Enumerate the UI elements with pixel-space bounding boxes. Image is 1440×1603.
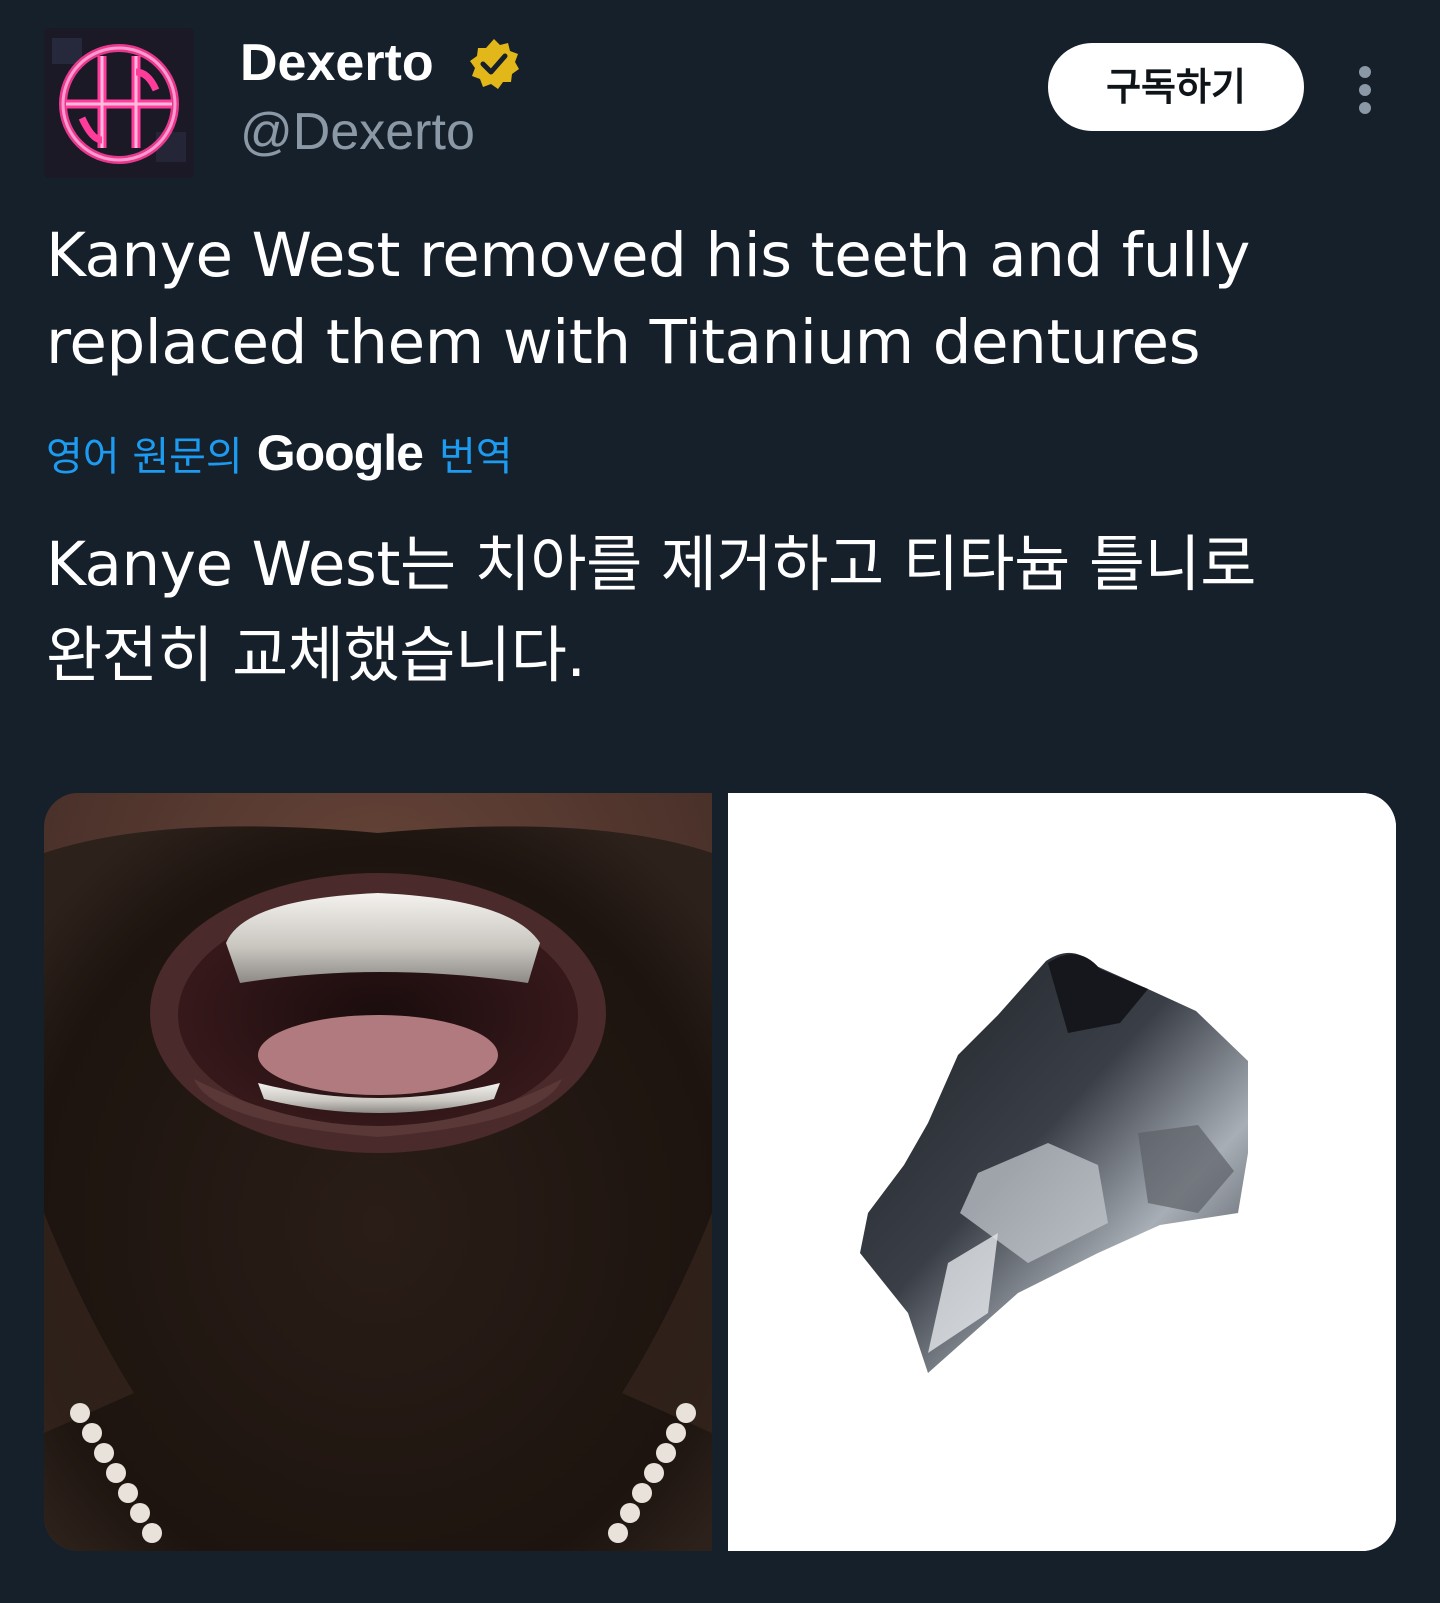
- translation-suffix: 번역: [438, 434, 513, 480]
- dexerto-logo-icon: [44, 28, 194, 178]
- translated-text: Kanye West는 치아를 제거하고 티타늄 틀니로 완전히 교체했습니다.: [46, 519, 1386, 701]
- subscribe-button[interactable]: 구독하기: [1048, 43, 1304, 131]
- media-image-2[interactable]: [728, 793, 1396, 1551]
- tweet-text-line: Kanye West removed his teeth and fully: [46, 220, 1250, 291]
- tweet-text-line: replaced them with Titanium dentures: [46, 307, 1201, 378]
- translation-prefix: 영어 원문의: [46, 434, 243, 480]
- mouth-titanium-teeth-photo: [44, 793, 712, 1551]
- verified-badge-icon: [470, 39, 519, 89]
- translated-text-line: 완전히 교체했습니다.: [46, 620, 586, 691]
- translated-text-line: Kanye West는 치아를 제거하고 티타늄 틀니로: [46, 529, 1257, 600]
- titanium-denture-photo: [728, 793, 1396, 1551]
- translation-credit[interactable]: 영어 원문의 Google 번역: [46, 418, 513, 488]
- author-avatar[interactable]: [44, 28, 194, 178]
- tweet-text: Kanye West removed his teeth and fully r…: [46, 212, 1386, 386]
- author-display-name[interactable]: Dexerto: [240, 30, 434, 96]
- media-image-1[interactable]: [44, 793, 712, 1551]
- more-vertical-icon: [1359, 66, 1371, 114]
- google-logo: Google: [256, 425, 424, 481]
- more-options-button[interactable]: [1340, 60, 1390, 120]
- author-handle[interactable]: @Dexerto: [240, 100, 475, 164]
